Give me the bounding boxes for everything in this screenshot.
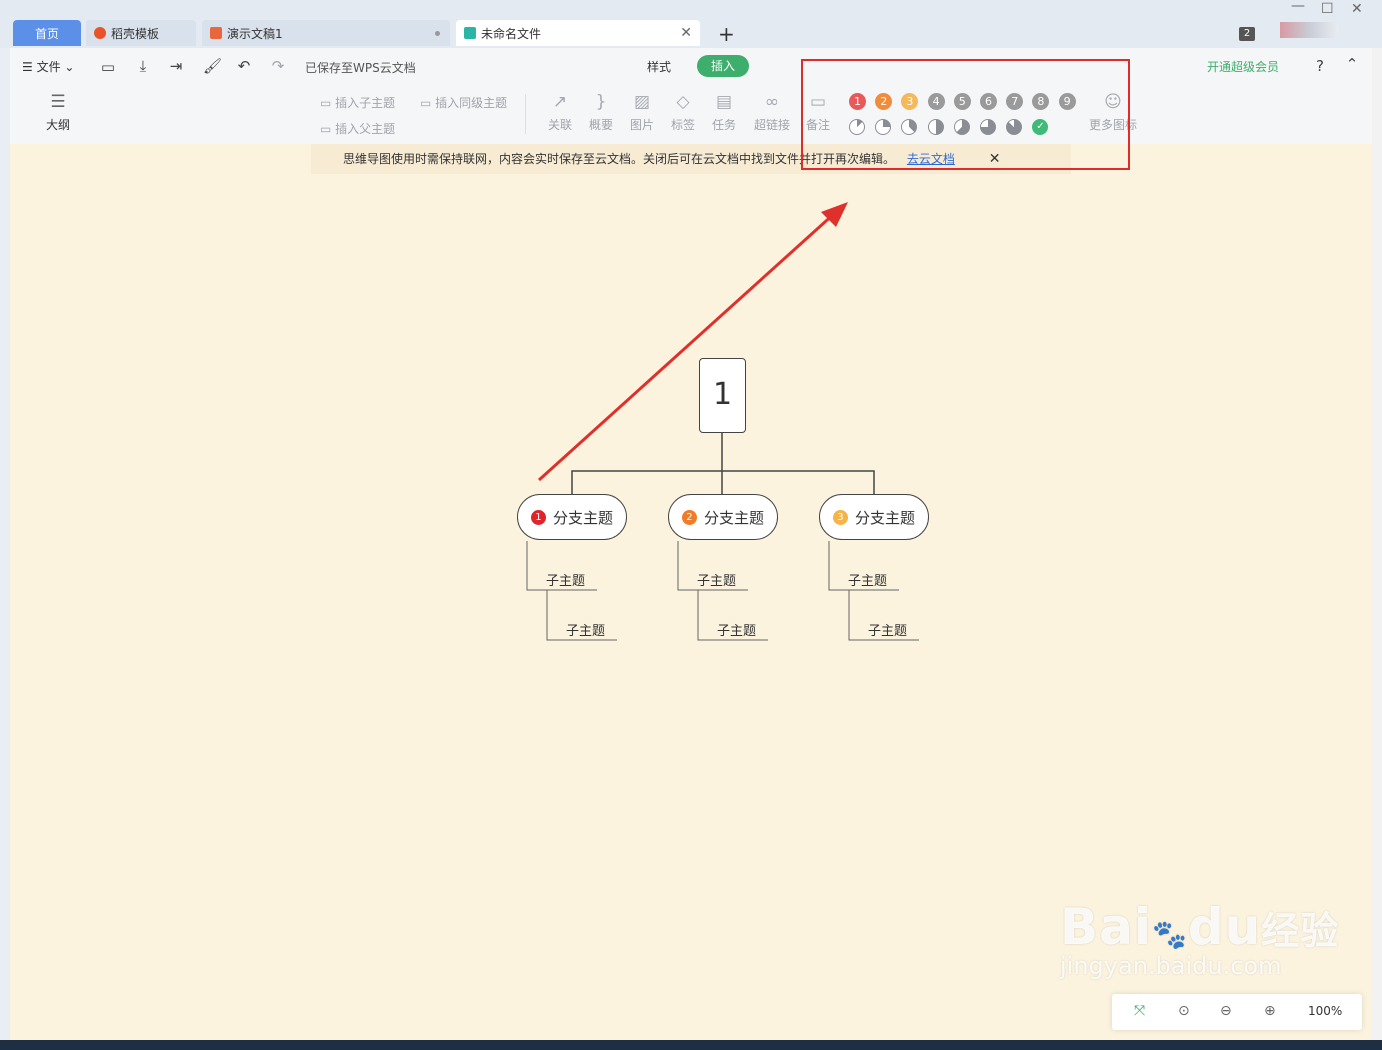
watermark-brand: Bai bbox=[1060, 898, 1152, 956]
priority-1-icon: 1 bbox=[530, 509, 546, 525]
sub-topic[interactable]: 子主题 bbox=[546, 570, 585, 589]
priority-2-icon: 2 bbox=[681, 509, 697, 525]
watermark-url: jingyan.baidu.com bbox=[1060, 952, 1282, 980]
annotation-highlight-box bbox=[801, 59, 1130, 170]
sub-topic[interactable]: 子主题 bbox=[717, 620, 756, 639]
baidu-jingyan-watermark: Bai🐾du经验 jingyan.baidu.com bbox=[1060, 898, 1339, 980]
annotation-red-arrow bbox=[537, 202, 848, 482]
os-taskbar bbox=[0, 1040, 1382, 1050]
sub-topic[interactable]: 子主题 bbox=[848, 570, 887, 589]
watermark-brand-2: du bbox=[1187, 898, 1262, 956]
branch-topic-2[interactable]: 2 分支主题 bbox=[668, 494, 778, 540]
sub-topic[interactable]: 子主题 bbox=[868, 620, 907, 639]
zoom-out-icon[interactable]: ⊖ bbox=[1220, 1003, 1232, 1019]
sub-topic[interactable]: 子主题 bbox=[697, 570, 736, 589]
sub-topic[interactable]: 子主题 bbox=[566, 620, 605, 639]
zoom-in-icon[interactable]: ⊕ bbox=[1264, 1003, 1276, 1019]
fit-screen-icon[interactable]: ⤧ bbox=[1134, 1003, 1145, 1019]
branch-topic-3[interactable]: 3 分支主题 bbox=[819, 494, 929, 540]
priority-3-icon: 3 bbox=[832, 509, 848, 525]
paw-icon: 🐾 bbox=[1152, 918, 1188, 951]
watermark-cn: 经验 bbox=[1261, 909, 1340, 953]
branch-topic-label: 分支主题 bbox=[854, 508, 915, 527]
locate-icon[interactable]: ⊙ bbox=[1178, 1003, 1190, 1019]
zoom-control-bar: ⤧ ⊙ ⊖ ⊕ 100% bbox=[1112, 994, 1362, 1030]
branch-topic-1[interactable]: 1 分支主题 bbox=[517, 494, 627, 540]
branch-topic-label: 分支主题 bbox=[552, 508, 613, 527]
root-topic[interactable]: 1 bbox=[699, 358, 746, 433]
zoom-level[interactable]: 100% bbox=[1308, 1004, 1342, 1018]
branch-topic-label: 分支主题 bbox=[703, 508, 764, 527]
